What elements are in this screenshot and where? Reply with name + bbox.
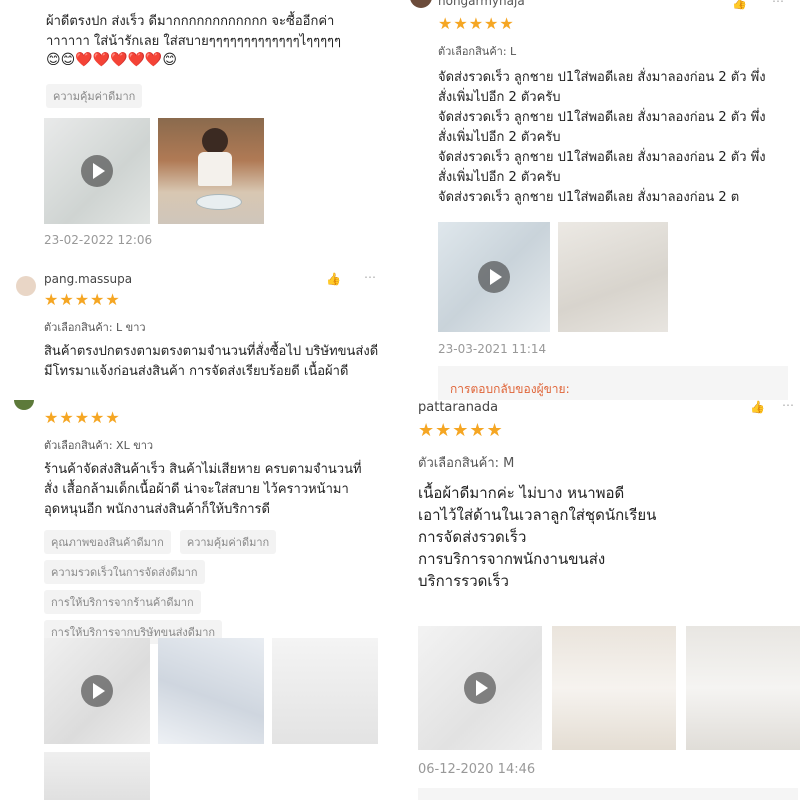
thumbs-up-icon[interactable]: 👍 [750,400,765,414]
product-option: ตัวเลือกสินค้า: XL ขาว [44,439,154,452]
comment-line: เนื้อผ้าดีมากค่ะ ไม่บาง หนาพอดี [418,484,625,502]
review-photo[interactable] [558,222,668,332]
review-tag[interactable]: คุณภาพของสินค้าดีมาก [44,530,171,554]
review-photo[interactable] [272,638,378,744]
product-option: ตัวเลือกสินค้า: L [438,45,517,58]
seller-reply-box [418,788,798,800]
avatar[interactable] [410,0,432,8]
review-photo[interactable] [44,752,150,800]
video-thumbnail[interactable] [418,626,542,750]
child-photo-figure [202,128,228,154]
comment-line: การบริการจากพนักงานขนส่ง [418,550,606,568]
review-tag[interactable]: การให้บริการจากร้านค้าดีมาก [44,590,201,614]
review-date: 06-12-2020 14:46 [418,762,536,777]
more-icon[interactable]: ⋯ [364,270,376,284]
reviewer-username[interactable]: pattaranada [418,400,498,415]
review-comment: จัดส่งรวดเร็ว ลูกชาย ป1ใส่พอดีเลย สั่งมา… [438,68,798,208]
comment-line: จัดส่งรวดเร็ว ลูกชาย ป1ใส่พอดีเลย สั่งมา… [438,190,740,205]
star-rating: ★★★★★ [44,408,121,427]
comment-line: บริการรวดเร็ว [418,572,509,590]
comment-line: สั่งเพิ่มไปอีก 2 ตัวครับ [438,130,561,145]
reviewer-username[interactable]: nongarmynaja [438,0,525,8]
review-emojis: 😊😊❤️❤️❤️❤️❤️😊 [46,52,177,68]
play-icon[interactable] [81,675,113,707]
thumbs-up-icon[interactable]: 👍 [326,272,341,286]
more-icon[interactable]: ⋯ [782,400,794,412]
review-panel-3: pang.massupa 👍 ⋯ ★★★★★ ตัวเลือกสินค้า: L… [0,262,392,398]
comment-line: จัดส่งรวดเร็ว ลูกชาย ป1ใส่พอดีเลย สั่งมา… [438,150,766,165]
comment-line: สั่งเพิ่มไปอีก 2 ตัวครับ [438,90,561,105]
avatar[interactable] [14,400,34,410]
product-option: ตัวเลือกสินค้า: L ขาว [44,321,146,334]
review-date: 23-03-2021 11:14 [438,342,547,356]
thumbs-up-icon[interactable]: 👍 [732,0,747,10]
star-rating: ★★★★★ [438,14,515,33]
review-panel-1: ผ้าดีตรงปก ส่งเร็ว ดีมากกกกกกกกกกกก จะซื… [0,0,392,262]
play-icon[interactable] [81,155,113,187]
review-panel-2: nongarmynaja 👍 ⋯ ★★★★★ ตัวเลือกสินค้า: L… [410,0,800,400]
star-rating: ★★★★★ [44,290,121,309]
review-photo[interactable] [552,626,676,750]
comment-line: เอาไว้ใส่ด้านในเวลาลูกใส่ชุดนักเรียน [418,506,657,524]
review-panel-4: ★★★★★ ตัวเลือกสินค้า: XL ขาว ร้านค้าจัดส… [0,400,392,800]
review-photo[interactable] [686,626,800,750]
review-photo[interactable] [158,638,264,744]
seller-reply-label: การตอบกลับของผู้ขาย: [450,382,570,396]
review-comment: ผ้าดีตรงปก ส่งเร็ว ดีมากกกกกกกกกกกก จะซื… [46,14,342,49]
more-icon[interactable]: ⋯ [772,0,784,8]
comment-line: จัดส่งรวดเร็ว ลูกชาย ป1ใส่พอดีเลย สั่งมา… [438,110,766,125]
video-thumbnail[interactable] [44,638,150,744]
review-tag[interactable]: ความคุ้มค่าดีมาก [179,530,277,554]
child-photo-shirt [198,152,232,186]
review-comment: สินค้าตรงปกตรงตามตรงตามจำนวนที่สั่งซื้อไ… [44,344,379,379]
star-rating: ★★★★★ [418,420,504,441]
review-date: 23-02-2022 12:06 [44,233,153,247]
video-thumbnail[interactable] [44,118,150,224]
avatar[interactable] [16,276,36,296]
play-icon[interactable] [464,672,496,704]
review-comment: เนื้อผ้าดีมากค่ะ ไม่บาง หนาพอดี เอาไว้ใส… [418,482,788,592]
review-comment: ร้านค้าจัดส่งสินค้าเร็ว สินค้าไม่เสียหาย… [44,462,362,517]
review-tag[interactable]: ความคุ้มค่าดีมาก [46,84,143,108]
comment-line: จัดส่งรวดเร็ว ลูกชาย ป1ใส่พอดีเลย สั่งมา… [438,70,766,85]
reviewer-username[interactable]: pang.massupa [44,272,132,286]
review-panel-5: pattaranada 👍 ⋯ ★★★★★ ตัวเลือกสินค้า: M … [410,400,800,800]
review-tags: คุณภาพของสินค้าดีมาก ความคุ้มค่าดีมาก คว… [44,530,334,650]
comment-line: การจัดส่งรวดเร็ว [418,528,527,546]
child-photo-plate [196,194,242,210]
review-photo[interactable] [158,118,264,224]
product-option: ตัวเลือกสินค้า: M [418,456,515,471]
seller-reply-box: การตอบกลับของผู้ขาย: [438,366,788,400]
comment-line: สั่งเพิ่มไปอีก 2 ตัวครับ [438,170,561,185]
video-thumbnail[interactable] [438,222,550,332]
review-tag[interactable]: ความรวดเร็วในการจัดส่งดีมาก [44,560,205,584]
play-icon[interactable] [478,261,510,293]
